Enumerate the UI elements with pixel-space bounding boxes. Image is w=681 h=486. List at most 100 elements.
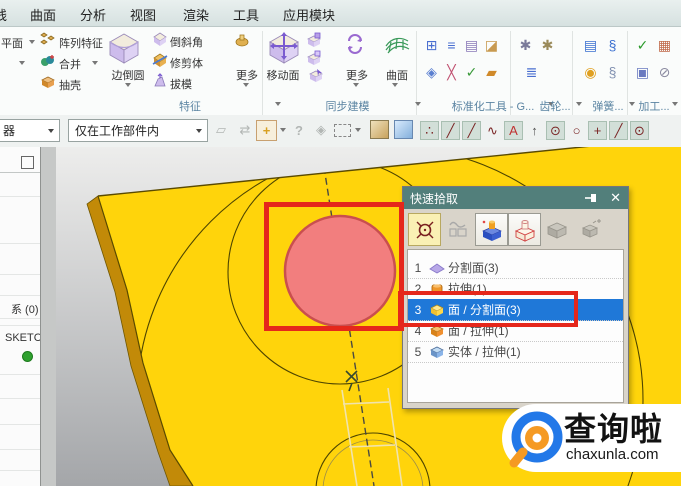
pattern-feature-label[interactable]: 阵列特征 (59, 35, 103, 51)
unite-button[interactable] (40, 53, 56, 74)
chevron-down-icon[interactable] (125, 83, 131, 87)
move-object-icon[interactable]: ▱ (212, 121, 230, 139)
std-tool-icon-3[interactable]: ▤ (463, 36, 480, 53)
menu-item-view[interactable]: 视图 (130, 5, 156, 24)
selection-filter-combo[interactable]: 器 (0, 119, 60, 142)
std-tool-icon-7[interactable]: ✓ (463, 63, 480, 80)
menu-item-analysis[interactable]: 分析 (80, 5, 106, 24)
snap-arc-center-icon[interactable]: ⊙ (546, 121, 565, 140)
menu-item-tools[interactable]: 工具 (233, 5, 259, 24)
shell-label[interactable]: 抽壳 (59, 77, 81, 93)
std-tool-icon-1[interactable]: ⊞ (423, 36, 440, 53)
pin-icon[interactable] (584, 191, 599, 205)
more-feature-button[interactable] (234, 32, 250, 53)
chevron-down-icon[interactable] (672, 102, 678, 106)
quickpick-filter-all-button[interactable] (408, 213, 441, 246)
unite-label[interactable]: 合并 (59, 56, 81, 72)
chamfer-button[interactable] (152, 31, 168, 52)
std-tool-icon-5[interactable]: ◈ (423, 63, 440, 80)
quickpick-filter-feature-button[interactable] (475, 213, 508, 246)
chevron-down-icon[interactable] (415, 102, 421, 106)
chamfer-label[interactable]: 倒斜角 (170, 34, 203, 50)
snap-point-on-curve-icon[interactable]: ╱ (609, 121, 628, 140)
draft-label[interactable]: 拔模 (170, 76, 192, 92)
pattern-feature-button[interactable] (40, 32, 56, 53)
menu-item-applications[interactable]: 应用模块 (283, 5, 335, 24)
trim-body-label[interactable]: 修剪体 (170, 55, 203, 71)
spring-catalog-icon[interactable]: ▤ (582, 36, 599, 53)
snap-point-toggle[interactable]: + (256, 120, 277, 141)
more-feature-label[interactable]: 更多 (233, 67, 261, 83)
quick-pick-row-5[interactable]: 5 实体 / 拉伸(1) (408, 341, 623, 363)
more-sync-label[interactable]: 更多 (343, 67, 371, 83)
selection-scope-combo[interactable]: 仅在工作部件内 (68, 119, 208, 142)
resource-bar-strip[interactable] (41, 147, 57, 486)
quick-pick-row-1[interactable]: 1 分割面(3) (408, 257, 623, 279)
chevron-down-icon[interactable] (280, 128, 286, 132)
chevron-down-icon[interactable] (355, 128, 361, 132)
std-tool-icon-2[interactable]: ≡ (443, 36, 460, 53)
panel-header-box-icon[interactable] (21, 156, 34, 169)
snap-quadrant-icon[interactable]: ○ (567, 121, 586, 140)
quick-pick-titlebar[interactable]: 快速拾取 ✕ (403, 187, 628, 209)
surface-label[interactable]: 曲面 (383, 67, 411, 83)
plane-button[interactable]: 平面 (1, 35, 23, 51)
navigator-item-csys[interactable]: 系 (0) (11, 301, 39, 317)
washer-icon[interactable]: ◉ (582, 63, 599, 80)
trim-body-button[interactable] (152, 52, 168, 73)
menu-item-surface[interactable]: 曲面 (30, 5, 56, 24)
edge-blend-button[interactable] (106, 29, 142, 70)
chevron-down-icon[interactable] (19, 61, 25, 65)
window-icon[interactable]: ▣ (634, 63, 651, 80)
spring-cut-icon[interactable]: § (604, 63, 621, 80)
edge-blend-label[interactable]: 边倒圆 (108, 67, 148, 83)
navigator-item-sketch[interactable]: SKETCH (5, 332, 40, 344)
std-tool-icon-6[interactable]: ╳ (443, 63, 460, 80)
avoid-icon[interactable]: ⊘ (656, 63, 673, 80)
menu-item-curve[interactable]: 线 (0, 5, 7, 24)
shell-button[interactable] (40, 74, 56, 95)
move-face-label[interactable]: 移动面 (262, 67, 304, 83)
swap-arrows-icon[interactable]: ⇄ (236, 121, 254, 139)
snap-curve-icon[interactable]: ∿ (483, 121, 502, 140)
snap-midpoint-icon[interactable]: ╱ (441, 121, 460, 140)
chevron-down-icon[interactable] (92, 61, 98, 65)
quickpick-filter-assembly-button[interactable] (574, 213, 605, 244)
more-sync-button[interactable] (345, 34, 365, 59)
close-icon[interactable]: ✕ (603, 190, 628, 206)
chevron-down-icon[interactable] (353, 83, 359, 87)
std-tool-icon-8[interactable]: ▰ (483, 63, 500, 80)
check-icon[interactable]: ✓ (634, 36, 651, 53)
snap-intersection-icon[interactable]: + (588, 121, 607, 140)
sync-tool-button-3[interactable] (308, 67, 324, 88)
gear-tool-icon-1[interactable]: ✱ (517, 36, 534, 53)
solid-body-filter-icon[interactable] (370, 120, 389, 139)
quickpick-filter-component-button[interactable] (541, 213, 572, 244)
quickpick-filter-body-button[interactable] (508, 213, 541, 246)
surface-button[interactable] (384, 32, 410, 61)
hand-pick-icon[interactable]: ◈ (312, 121, 330, 139)
menu-item-render[interactable]: 渲染 (183, 5, 209, 24)
rectangle-select-icon[interactable] (334, 124, 351, 137)
gear-list-icon[interactable]: ≣ (523, 63, 540, 80)
chevron-down-icon[interactable] (243, 83, 249, 87)
part-navigator-panel[interactable]: 系 (0) SKETCH (0, 147, 41, 486)
grid-table-icon[interactable]: ▦ (656, 36, 673, 53)
chevron-down-icon[interactable] (392, 83, 398, 87)
draft-button[interactable] (152, 73, 168, 94)
snap-spline-icon[interactable]: A (504, 121, 523, 140)
help-pick-icon[interactable]: ? (290, 121, 308, 139)
chevron-down-icon[interactable] (576, 102, 582, 106)
std-tool-icon-4[interactable]: ◪ (483, 36, 500, 53)
chevron-down-icon[interactable] (275, 102, 281, 106)
shaded-body-icon[interactable] (394, 120, 413, 139)
snap-endpoint-icon[interactable]: ∴ (420, 121, 439, 140)
gear-tool-icon-2[interactable]: ✱ (539, 36, 556, 53)
quickpick-filter-wireframe-button[interactable] (442, 213, 473, 244)
spring-coil-icon[interactable]: § (604, 36, 621, 53)
chevron-down-icon[interactable] (29, 40, 35, 44)
snap-existing-point-icon[interactable]: ⊙ (630, 121, 649, 140)
move-face-button[interactable] (266, 29, 302, 70)
snap-control-icon[interactable]: ╱ (462, 121, 481, 140)
snap-pole-icon[interactable]: ↑ (525, 121, 544, 140)
